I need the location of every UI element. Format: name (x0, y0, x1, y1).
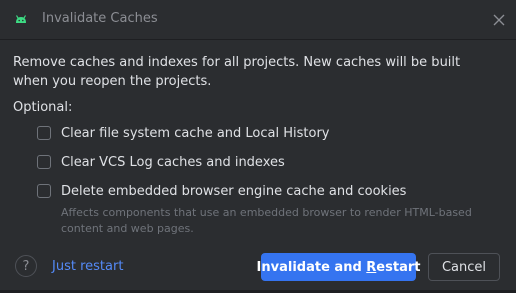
description-text: Remove caches and indexes for all projec… (13, 55, 461, 89)
help-symbol: ? (22, 258, 30, 274)
clear-file-system-cache-checkbox[interactable] (37, 126, 51, 140)
invalidate-caches-dialog: Invalidate Caches Remove caches and inde… (0, 0, 516, 293)
optional-label: Optional: (13, 100, 73, 115)
browser-cache-hint: Affects components that use an embedded … (61, 206, 472, 235)
help-icon[interactable]: ? (15, 255, 37, 277)
title-bar: Invalidate Caches (0, 0, 516, 40)
primary-label-prefix: Invalidate and (256, 259, 367, 275)
close-icon[interactable] (492, 12, 506, 26)
cancel-button[interactable]: Cancel (428, 253, 500, 281)
option-delete-browser-cache[interactable]: Delete embedded browser engine cache and… (37, 182, 406, 200)
option-label: Clear VCS Log caches and indexes (61, 154, 285, 170)
option-label: Clear file system cache and Local Histor… (61, 125, 330, 141)
dialog-content: Remove caches and indexes for all projec… (0, 41, 516, 293)
delete-browser-cache-checkbox[interactable] (37, 184, 51, 198)
option-label: Delete embedded browser engine cache and… (61, 183, 407, 199)
dialog-title: Invalidate Caches (42, 11, 158, 26)
invalidate-and-restart-button[interactable]: Invalidate and Restart (257, 253, 420, 281)
option-clear-file-system-cache[interactable]: Clear file system cache and Local Histor… (37, 124, 330, 142)
option-clear-vcs-log-caches[interactable]: Clear VCS Log caches and indexes (37, 153, 285, 171)
android-icon (14, 12, 28, 26)
just-restart-link[interactable]: Just restart (52, 259, 123, 274)
dialog-footer: ? Just restart Invalidate and Restart Ca… (0, 250, 516, 293)
primary-label-mnemonic: R (366, 259, 377, 275)
primary-label-suffix: estart (376, 259, 421, 275)
clear-vcs-log-caches-checkbox[interactable] (37, 155, 51, 169)
